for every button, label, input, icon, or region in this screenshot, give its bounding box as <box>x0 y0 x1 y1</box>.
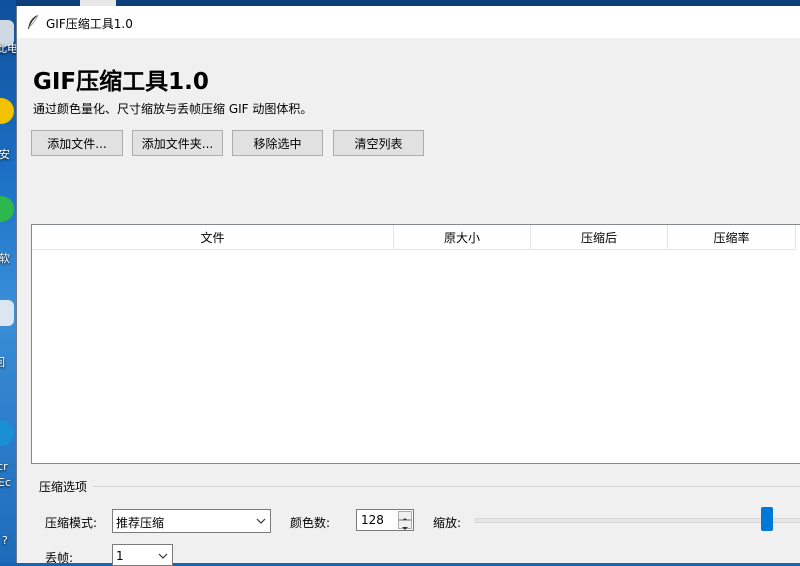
table-header: 文件 原大小 压缩后 压缩率 <box>32 225 800 250</box>
options-group-label: 压缩选项 <box>39 480 88 494</box>
mode-select-value: 推荐压缩 <box>116 516 165 530</box>
add-folder-button[interactable]: 添加文件夹... <box>132 130 223 156</box>
desktop-icon-label: 0软 <box>0 252 10 265</box>
column-header-original-size[interactable]: 原大小 <box>394 225 531 250</box>
page-title: GIF压缩工具1.0 <box>33 69 209 95</box>
drop-frames-label: 丢帧: <box>45 551 74 565</box>
mode-select[interactable]: 推荐压缩 <box>112 509 271 533</box>
chevron-down-icon <box>402 527 408 530</box>
feather-icon <box>28 14 39 29</box>
desktop-icon-label: 此电 <box>0 42 16 55</box>
colors-spinbox[interactable]: 128 <box>356 509 414 531</box>
column-header-file[interactable]: 文件 <box>32 225 394 250</box>
desktop-security-icon[interactable] <box>0 98 14 124</box>
options-divider <box>93 486 800 487</box>
scale-slider-track[interactable] <box>475 518 800 523</box>
desktop-background: 此电 0安 0软 回 icr Ec ? <box>0 0 16 563</box>
desktop-recycle-bin-icon[interactable] <box>0 300 14 326</box>
scale-slider-thumb[interactable] <box>761 507 773 531</box>
desktop-icon-label: Ec <box>0 476 11 489</box>
scale-label: 缩放: <box>433 516 462 530</box>
desktop-icon-label: 回 <box>0 354 5 370</box>
colors-value: 128 <box>361 513 384 527</box>
chevron-down-icon <box>158 553 168 559</box>
file-table[interactable]: 文件 原大小 压缩后 压缩率 <box>31 224 800 464</box>
clear-list-button[interactable]: 清空列表 <box>333 130 424 156</box>
drop-frames-value: 1 <box>116 549 124 563</box>
desktop-edge-icon[interactable] <box>0 420 14 446</box>
desktop-icon-label: icr <box>0 460 8 473</box>
mode-label: 压缩模式: <box>45 516 98 530</box>
remove-selected-button[interactable]: 移除选中 <box>232 130 323 156</box>
spin-up-button[interactable] <box>398 511 412 521</box>
title-bar[interactable]: GIF压缩工具1.0 <box>17 6 800 38</box>
app-window: GIF压缩工具1.0 GIF压缩工具1.0 通过颜色量化、尺寸缩放与丢帧压缩 G… <box>16 6 800 566</box>
column-header-compressed-size[interactable]: 压缩后 <box>531 225 668 250</box>
colors-label: 颜色数: <box>290 516 331 530</box>
desktop-help-label: ? <box>2 534 8 547</box>
page-subtitle: 通过颜色量化、尺寸缩放与丢帧压缩 GIF 动图体积。 <box>33 102 313 116</box>
desktop-software-icon[interactable] <box>0 196 14 222</box>
add-files-button[interactable]: 添加文件... <box>31 130 123 156</box>
chevron-down-icon <box>256 518 266 524</box>
column-header-compression-rate[interactable]: 压缩率 <box>668 225 796 250</box>
desktop-icon-label: 0安 <box>0 148 10 161</box>
window-title: GIF压缩工具1.0 <box>46 17 133 31</box>
spin-down-button[interactable] <box>398 520 412 530</box>
